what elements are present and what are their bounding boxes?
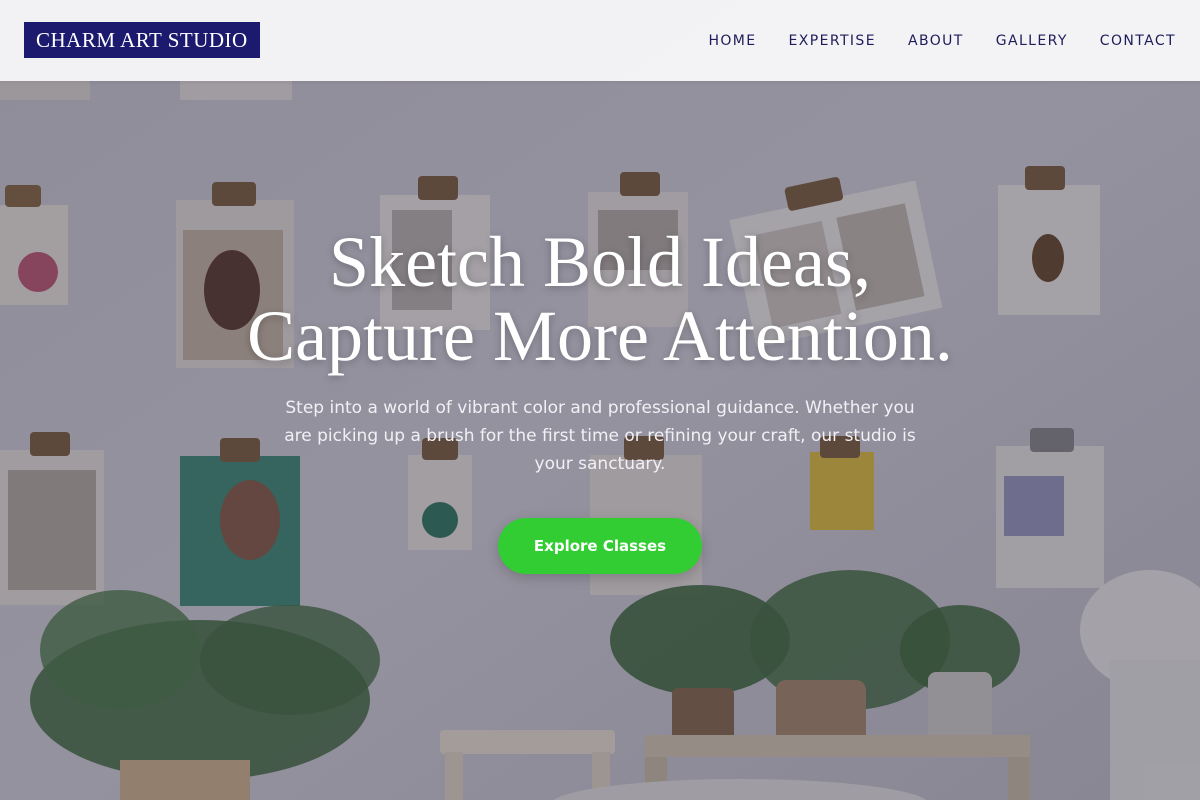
hero-section: Sketch Bold Ideas, Capture More Attentio… (0, 81, 1200, 800)
hero-title: Sketch Bold Ideas, Capture More Attentio… (100, 225, 1100, 373)
nav-contact[interactable]: CONTACT (1100, 33, 1176, 49)
page: CHARM ART STUDIO HOME EXPERTISE ABOUT GA… (0, 0, 1200, 800)
site-header: CHARM ART STUDIO HOME EXPERTISE ABOUT GA… (0, 0, 1200, 81)
hero-title-line-1: Sketch Bold Ideas, (329, 222, 871, 302)
nav-home[interactable]: HOME (708, 33, 756, 49)
nav-gallery[interactable]: GALLERY (996, 33, 1068, 49)
nav-expertise[interactable]: EXPERTISE (789, 33, 876, 49)
hero-subtitle: Step into a world of vibrant color and p… (284, 398, 916, 474)
logo[interactable]: CHARM ART STUDIO (24, 22, 260, 58)
hero-title-line-2: Capture More Attention. (247, 296, 953, 376)
explore-classes-button[interactable]: Explore Classes (498, 518, 702, 574)
nav-about[interactable]: ABOUT (908, 33, 964, 49)
main-nav: HOME EXPERTISE ABOUT GALLERY CONTACT (708, 0, 1176, 81)
